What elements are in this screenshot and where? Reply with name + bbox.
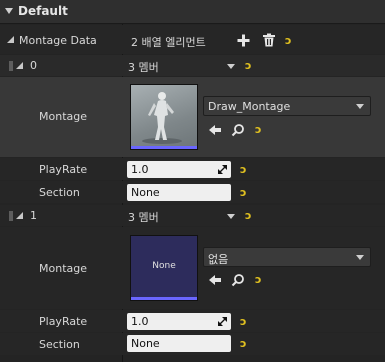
montage-row-1: Montage None 없음 ↄ [0,227,385,309]
element-options-arrow-icon[interactable] [227,214,235,219]
element-index: 0 [30,59,37,72]
section-value: None [131,337,160,350]
mannequin-icon [142,92,182,144]
asset-thumbnail[interactable] [130,84,198,150]
playrate-input[interactable]: 1.0 [127,161,231,178]
use-selected-arrow-icon[interactable] [208,123,222,137]
section-input[interactable]: None [127,335,231,352]
section-label: Section [39,338,80,351]
playrate-label: PlayRate [39,163,88,176]
reset-arrow-icon[interactable]: ↄ [255,274,262,285]
chevron-down-icon [356,255,364,260]
playrate-value: 1.0 [131,163,149,176]
section-row-0: Section None ↄ [0,181,385,203]
reset-arrow-icon[interactable]: ↄ [240,316,247,327]
reset-arrow-icon[interactable]: ↄ [245,60,252,71]
array-row-montage-data: Montage Data 2 배열 엘리먼트 ↄ [0,25,385,54]
montage-row-0: Montage Draw_Montage ↄ [0,77,385,157]
section-input[interactable]: None [127,184,231,201]
asset-name: 없음 [208,253,229,266]
browse-search-icon[interactable] [231,273,245,287]
reset-arrow-icon[interactable]: ↄ [285,35,292,46]
section-row-1: Section None ↄ [0,333,385,355]
drag-handle-icon[interactable] [9,211,13,221]
collapse-arrow-icon[interactable] [16,212,23,219]
thumbnail-bar [131,146,197,149]
collapse-arrow-icon[interactable] [16,62,23,69]
playrate-label: PlayRate [39,315,88,328]
thumbnail-none-text: None [152,261,176,271]
reset-arrow-icon[interactable]: ↄ [245,210,252,221]
section-value: None [131,186,160,199]
section-label: Section [39,186,80,199]
playrate-row-1: PlayRate 1.0 ↄ [0,310,385,332]
element-options-arrow-icon[interactable] [227,64,235,69]
array-label: Montage Data [19,34,97,47]
use-selected-arrow-icon[interactable] [208,273,222,287]
element-summary: 3 멤버 [128,61,159,74]
drag-handle-icon[interactable] [9,61,13,71]
reset-arrow-icon[interactable]: ↄ [240,164,247,175]
collapse-arrow-icon[interactable] [7,36,14,43]
playrate-value: 1.0 [131,315,149,328]
category-title: Default [18,4,68,18]
browse-search-icon[interactable] [231,123,245,137]
thumbnail-bar [131,297,197,300]
array-summary: 2 배열 엘리먼트 [131,36,206,49]
playrate-input[interactable]: 1.0 [127,313,231,330]
asset-combo-box[interactable]: Draw_Montage [203,96,371,116]
category-header-default[interactable]: Default [0,0,385,24]
montage-label: Montage [39,262,87,275]
drag-arrows-icon [218,317,227,326]
array-element-1-header: 1 3 멤버 ↄ [0,205,385,226]
plus-icon[interactable] [237,34,251,48]
reset-arrow-icon[interactable]: ↄ [240,338,247,349]
expand-arrow-icon[interactable] [5,8,13,14]
playrate-row-0: PlayRate 1.0 ↄ [0,158,385,180]
asset-name: Draw_Montage [208,100,291,113]
element-index: 1 [30,209,37,222]
asset-thumbnail[interactable]: None [130,235,198,301]
reset-arrow-icon[interactable]: ↄ [255,124,262,135]
element-summary: 3 멤버 [128,211,159,224]
array-element-0-header: 0 3 멤버 ↄ [0,55,385,76]
trash-icon[interactable] [262,33,276,47]
drag-arrows-icon [218,165,227,174]
chevron-down-icon [356,104,364,109]
reset-arrow-icon[interactable]: ↄ [240,187,247,198]
montage-label: Montage [39,110,87,123]
asset-combo-box[interactable]: 없음 [203,247,371,267]
